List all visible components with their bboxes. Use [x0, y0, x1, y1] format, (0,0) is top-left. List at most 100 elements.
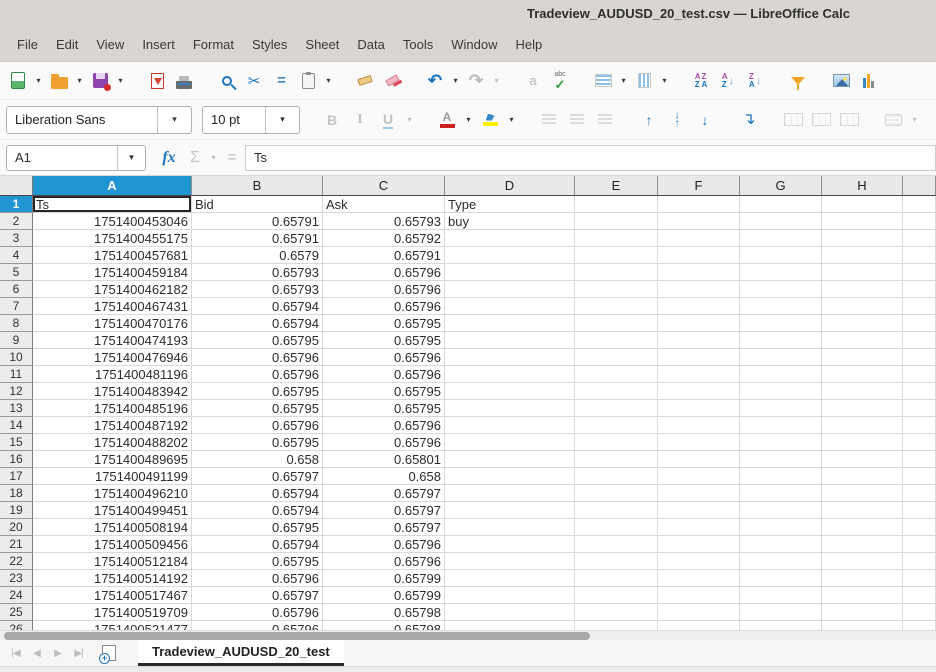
cell[interactable] — [740, 604, 822, 621]
cell[interactable]: 1751400459184 — [33, 264, 192, 281]
cell[interactable]: 0.65796 — [192, 366, 323, 383]
cell[interactable]: 0.65794 — [192, 485, 323, 502]
cell[interactable] — [658, 485, 740, 502]
cell[interactable]: 0.65801 — [323, 451, 445, 468]
cell[interactable]: 0.65796 — [323, 366, 445, 383]
row-header-14[interactable]: 14 — [0, 417, 33, 434]
cell[interactable] — [740, 315, 822, 332]
cell[interactable]: 1751400487192 — [33, 417, 192, 434]
merge-cells-button[interactable] — [809, 107, 833, 133]
cell[interactable] — [740, 519, 822, 536]
cell[interactable] — [822, 281, 903, 298]
cell[interactable]: 0.65794 — [192, 502, 323, 519]
cell[interactable] — [903, 349, 936, 366]
cell[interactable]: 0.65796 — [192, 604, 323, 621]
select-all-corner[interactable] — [0, 176, 33, 196]
cell[interactable] — [822, 570, 903, 587]
cell[interactable] — [658, 519, 740, 536]
cell[interactable]: 0.65796 — [323, 349, 445, 366]
cell[interactable] — [445, 468, 575, 485]
cell[interactable] — [903, 570, 936, 587]
row-header-8[interactable]: 8 — [0, 315, 33, 332]
cell[interactable] — [658, 281, 740, 298]
insert-row-button[interactable] — [591, 68, 615, 94]
column-header-F[interactable]: F — [658, 176, 740, 196]
cell[interactable] — [445, 502, 575, 519]
column-header-H[interactable]: H — [822, 176, 903, 196]
cell[interactable] — [740, 298, 822, 315]
cell[interactable] — [740, 196, 822, 213]
cell[interactable] — [740, 570, 822, 587]
cell[interactable] — [903, 247, 936, 264]
cell[interactable]: 1751400474193 — [33, 332, 192, 349]
row-header-2[interactable]: 2 — [0, 213, 33, 230]
cell[interactable] — [445, 247, 575, 264]
align-bottom-button[interactable]: ↓ — [693, 107, 717, 133]
paste-button[interactable] — [296, 68, 320, 94]
cell[interactable] — [445, 570, 575, 587]
cell[interactable]: 0.658 — [323, 468, 445, 485]
select-function-dropdown[interactable]: ▾ — [208, 145, 219, 171]
column-header-B[interactable]: B — [192, 176, 323, 196]
unmerge-cells-button[interactable] — [837, 107, 861, 133]
row-header-17[interactable]: 17 — [0, 468, 33, 485]
insert-image-button[interactable] — [829, 68, 853, 94]
row-header-19[interactable]: 19 — [0, 502, 33, 519]
cell[interactable] — [575, 264, 658, 281]
cell[interactable] — [445, 332, 575, 349]
align-center-button[interactable] — [565, 107, 589, 133]
formula-input[interactable]: Ts — [245, 145, 936, 171]
cell[interactable] — [740, 383, 822, 400]
number-format-dropdown[interactable]: ▾ — [909, 107, 920, 133]
print-button[interactable] — [172, 68, 196, 94]
cell[interactable]: 1751400462182 — [33, 281, 192, 298]
cell[interactable]: 0.65794 — [192, 298, 323, 315]
chevron-down-icon[interactable]: ▾ — [117, 146, 145, 170]
cell[interactable] — [903, 536, 936, 553]
cell[interactable] — [740, 281, 822, 298]
save-dropdown[interactable]: ▾ — [115, 68, 126, 94]
column-header-C[interactable]: C — [323, 176, 445, 196]
row-header-24[interactable]: 24 — [0, 587, 33, 604]
cell[interactable]: Bid — [192, 196, 323, 213]
font-color-dropdown[interactable]: ▾ — [463, 107, 474, 133]
redo-button[interactable]: ↷ — [464, 68, 488, 94]
cell[interactable] — [903, 298, 936, 315]
menu-item-sheet[interactable]: Sheet — [296, 33, 348, 56]
cell[interactable] — [575, 519, 658, 536]
menu-item-format[interactable]: Format — [184, 33, 243, 56]
cell[interactable] — [903, 604, 936, 621]
cell[interactable] — [903, 468, 936, 485]
row-header-16[interactable]: 16 — [0, 451, 33, 468]
cell[interactable] — [575, 536, 658, 553]
menu-item-window[interactable]: Window — [442, 33, 506, 56]
cell[interactable] — [575, 332, 658, 349]
sort-button[interactable]: AZ ZA — [689, 68, 713, 94]
export-pdf-button[interactable] — [145, 68, 169, 94]
align-right-button[interactable] — [593, 107, 617, 133]
cell[interactable]: buy — [445, 213, 575, 230]
cell[interactable]: 0.658 — [192, 451, 323, 468]
cell[interactable]: 0.65797 — [323, 485, 445, 502]
cell[interactable]: 1751400485196 — [33, 400, 192, 417]
insert-column-button[interactable] — [632, 68, 656, 94]
cell[interactable] — [445, 621, 575, 630]
cell[interactable] — [445, 230, 575, 247]
row-header-12[interactable]: 12 — [0, 383, 33, 400]
cell[interactable]: 0.65795 — [192, 332, 323, 349]
cell[interactable] — [903, 434, 936, 451]
cell[interactable] — [445, 383, 575, 400]
row-header-9[interactable]: 9 — [0, 332, 33, 349]
cut-button[interactable]: ✂ — [242, 68, 266, 94]
cell[interactable] — [740, 451, 822, 468]
cell[interactable] — [575, 196, 658, 213]
cell[interactable] — [575, 230, 658, 247]
bold-button[interactable]: B — [320, 107, 344, 133]
italic-button[interactable]: I — [348, 107, 372, 133]
cell[interactable]: 1751400470176 — [33, 315, 192, 332]
merge-center-button[interactable] — [781, 107, 805, 133]
cell[interactable] — [575, 298, 658, 315]
row-header-22[interactable]: 22 — [0, 553, 33, 570]
menu-item-insert[interactable]: Insert — [133, 33, 184, 56]
cell[interactable]: 0.65798 — [323, 621, 445, 630]
